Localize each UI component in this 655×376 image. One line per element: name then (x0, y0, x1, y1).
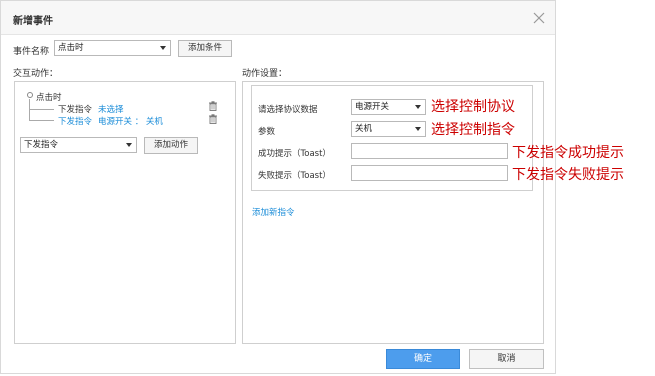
action-type-select[interactable]: 下发指令 (20, 137, 137, 153)
tree-row-1-value[interactable]: 未选择 (98, 103, 124, 115)
tree-connector-row-2 (29, 120, 54, 121)
protocol-annotation: 选择控制协议 (431, 99, 515, 115)
tree-node-icon (27, 92, 33, 98)
protocol-label: 请选择协议数据 (258, 105, 318, 115)
dialog-title: 新增事件 (13, 16, 53, 27)
fail-annotation: 下发指令失败提示 (512, 167, 624, 183)
chevron-down-icon (415, 127, 421, 131)
trash-icon[interactable] (208, 114, 218, 124)
confirm-button[interactable]: 确定 (386, 349, 460, 369)
dialog-title-bar: 新增事件 (1, 1, 555, 35)
event-trigger-value: 点击时 (58, 43, 84, 53)
trash-icon[interactable] (208, 101, 218, 111)
chevron-down-icon (415, 105, 421, 109)
param-annotation: 选择控制指令 (431, 122, 515, 138)
param-value: 关机 (355, 124, 373, 134)
close-icon[interactable] (532, 11, 546, 25)
action-type-value: 下发指令 (24, 140, 59, 150)
event-name-label: 事件名称 (13, 47, 50, 57)
param-label: 参数 (258, 127, 276, 137)
add-command-link[interactable]: 添加新指令 (252, 206, 295, 218)
chevron-down-icon (126, 143, 132, 147)
success-toast-label: 成功提示（Toast） (258, 149, 331, 159)
success-toast-input[interactable] (351, 143, 508, 159)
param-select[interactable]: 关机 (351, 121, 426, 137)
add-condition-button[interactable]: 添加条件 (178, 40, 232, 57)
interaction-section-label: 交互动作： (13, 69, 59, 79)
event-trigger-select[interactable]: 点击时 (54, 40, 171, 56)
tree-connector-row-1 (29, 109, 54, 110)
protocol-select[interactable]: 电源开关 (351, 99, 426, 115)
chevron-down-icon (160, 46, 166, 50)
tree-row-2-value[interactable]: 电源开关 ： 关机 (98, 115, 163, 127)
fail-toast-label: 失败提示（Toast） (258, 171, 331, 181)
success-annotation: 下发指令成功提示 (512, 145, 624, 161)
fail-toast-input[interactable] (351, 165, 508, 181)
add-action-button[interactable]: 添加动作 (144, 137, 198, 154)
tree-root-label: 点击时 (36, 93, 62, 103)
action-settings-section-label: 动作设置： (242, 69, 288, 79)
cancel-button[interactable]: 取消 (469, 349, 544, 369)
new-event-dialog: 新增事件 事件名称 点击时 添加条件 交互动作： 动作设置： 点击时 下发指令 … (0, 0, 556, 374)
tree-row-2-command[interactable]: 下发指令 (58, 115, 92, 127)
tree-row-1-command: 下发指令 (58, 105, 93, 115)
protocol-value: 电源开关 (355, 102, 390, 112)
